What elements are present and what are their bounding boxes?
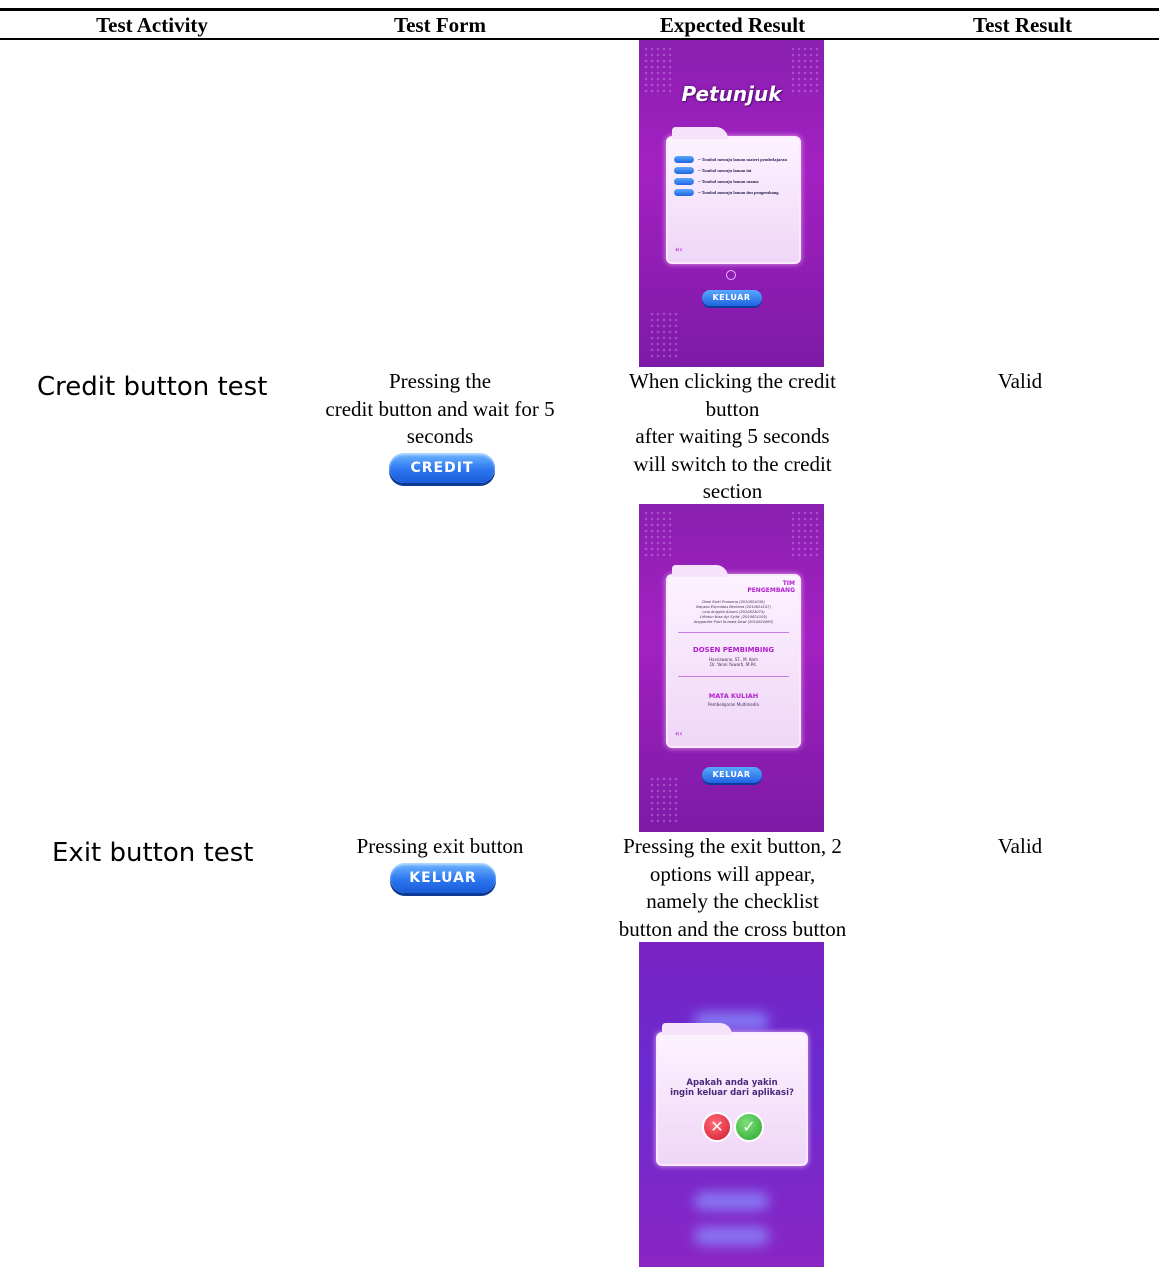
row-credit-form: Pressing the credit button and wait for … <box>325 369 555 448</box>
back-arrows-icon[interactable]: «‹ <box>675 244 683 254</box>
row-credit-activity: Credit button test <box>37 372 268 402</box>
panel-tab <box>672 127 728 139</box>
supervisor-title: DOSEN PEMBIMBING <box>692 646 775 654</box>
confirm-checklist-button[interactable]: ✓ <box>734 1112 764 1142</box>
petunjuk-item: = Tombol menuju laman ini <box>674 167 799 174</box>
petunjuk-screenshot: Petunjuk = Tombol menuju laman materi pe… <box>639 40 824 367</box>
page-indicator-icon <box>726 270 736 280</box>
credit-button[interactable]: CREDIT <box>389 453 495 483</box>
credit-exit-button[interactable]: KELUAR <box>701 767 762 783</box>
header-test-result: Test Result <box>973 13 1072 37</box>
blurred-shape <box>694 1227 769 1245</box>
petunjuk-exit-button[interactable]: KELUAR <box>701 290 762 306</box>
row-credit-expected: When clicking the credit button after wa… <box>629 369 836 503</box>
row-exit-activity: Exit button test <box>52 838 254 868</box>
exit-dialog-panel: Apakah anda yakin ingin keluar dari apli… <box>656 1023 808 1166</box>
mini-button-icon <box>674 178 694 185</box>
petunjuk-title: Petunjuk <box>681 82 782 106</box>
mini-button-icon <box>674 167 694 174</box>
header-rule <box>0 38 1159 40</box>
mini-button-icon <box>674 189 694 196</box>
row-credit-result: Valid <box>997 369 1043 393</box>
credit-panel: TIM PENGEMBANG Dewi Rizki Pramana (20108… <box>666 565 801 748</box>
back-arrows-icon[interactable]: «‹ <box>675 728 683 738</box>
header-expected-result: Expected Result <box>659 13 806 37</box>
petunjuk-item: = Tombol menuju laman utama <box>674 178 799 185</box>
exit-question: Apakah anda yakin ingin keluar dari apli… <box>670 1078 794 1098</box>
course-name: Pembelajaran Multimedia <box>708 702 759 707</box>
panel-tab <box>662 1023 732 1035</box>
dot-pattern <box>649 311 679 361</box>
row-exit-form: Pressing exit button <box>356 834 524 858</box>
dot-pattern <box>790 510 820 560</box>
panel-tab <box>672 565 728 577</box>
top-rule <box>0 8 1159 11</box>
team-members: Dewi Rizki Pramana (2010824038) Nayaka E… <box>693 600 774 624</box>
petunjuk-panel: = Tombol menuju laman materi pembelajara… <box>666 127 801 264</box>
header-test-form: Test Form <box>394 13 486 37</box>
exit-button[interactable]: KELUAR <box>390 863 496 893</box>
blurred-shape <box>694 1192 769 1210</box>
cancel-cross-button[interactable]: ✕ <box>702 1112 732 1142</box>
row-exit-expected: Pressing the exit button, 2 options will… <box>618 834 847 941</box>
divider <box>678 632 789 633</box>
mini-button-icon <box>674 156 694 163</box>
exit-dialog-screenshot: Apakah anda yakin ingin keluar dari apli… <box>639 942 824 1267</box>
team-title: TIM PENGEMBANG <box>747 580 795 594</box>
dot-pattern <box>643 510 673 560</box>
header-test-activity: Test Activity <box>96 13 208 37</box>
dot-pattern <box>649 776 679 826</box>
divider <box>678 676 789 677</box>
petunjuk-item: = Tombol menuju laman tim pengembang <box>674 189 799 196</box>
supervisors: Harsiswono, ST., M. Kom Dr. Yanni Yuwart… <box>709 657 758 667</box>
row-exit-result: Valid <box>997 834 1043 858</box>
credit-screenshot: TIM PENGEMBANG Dewi Rizki Pramana (20108… <box>639 504 824 832</box>
course-title: MATA KULIAH <box>708 692 759 700</box>
petunjuk-item: = Tombol menuju laman materi pembelajara… <box>674 156 799 163</box>
